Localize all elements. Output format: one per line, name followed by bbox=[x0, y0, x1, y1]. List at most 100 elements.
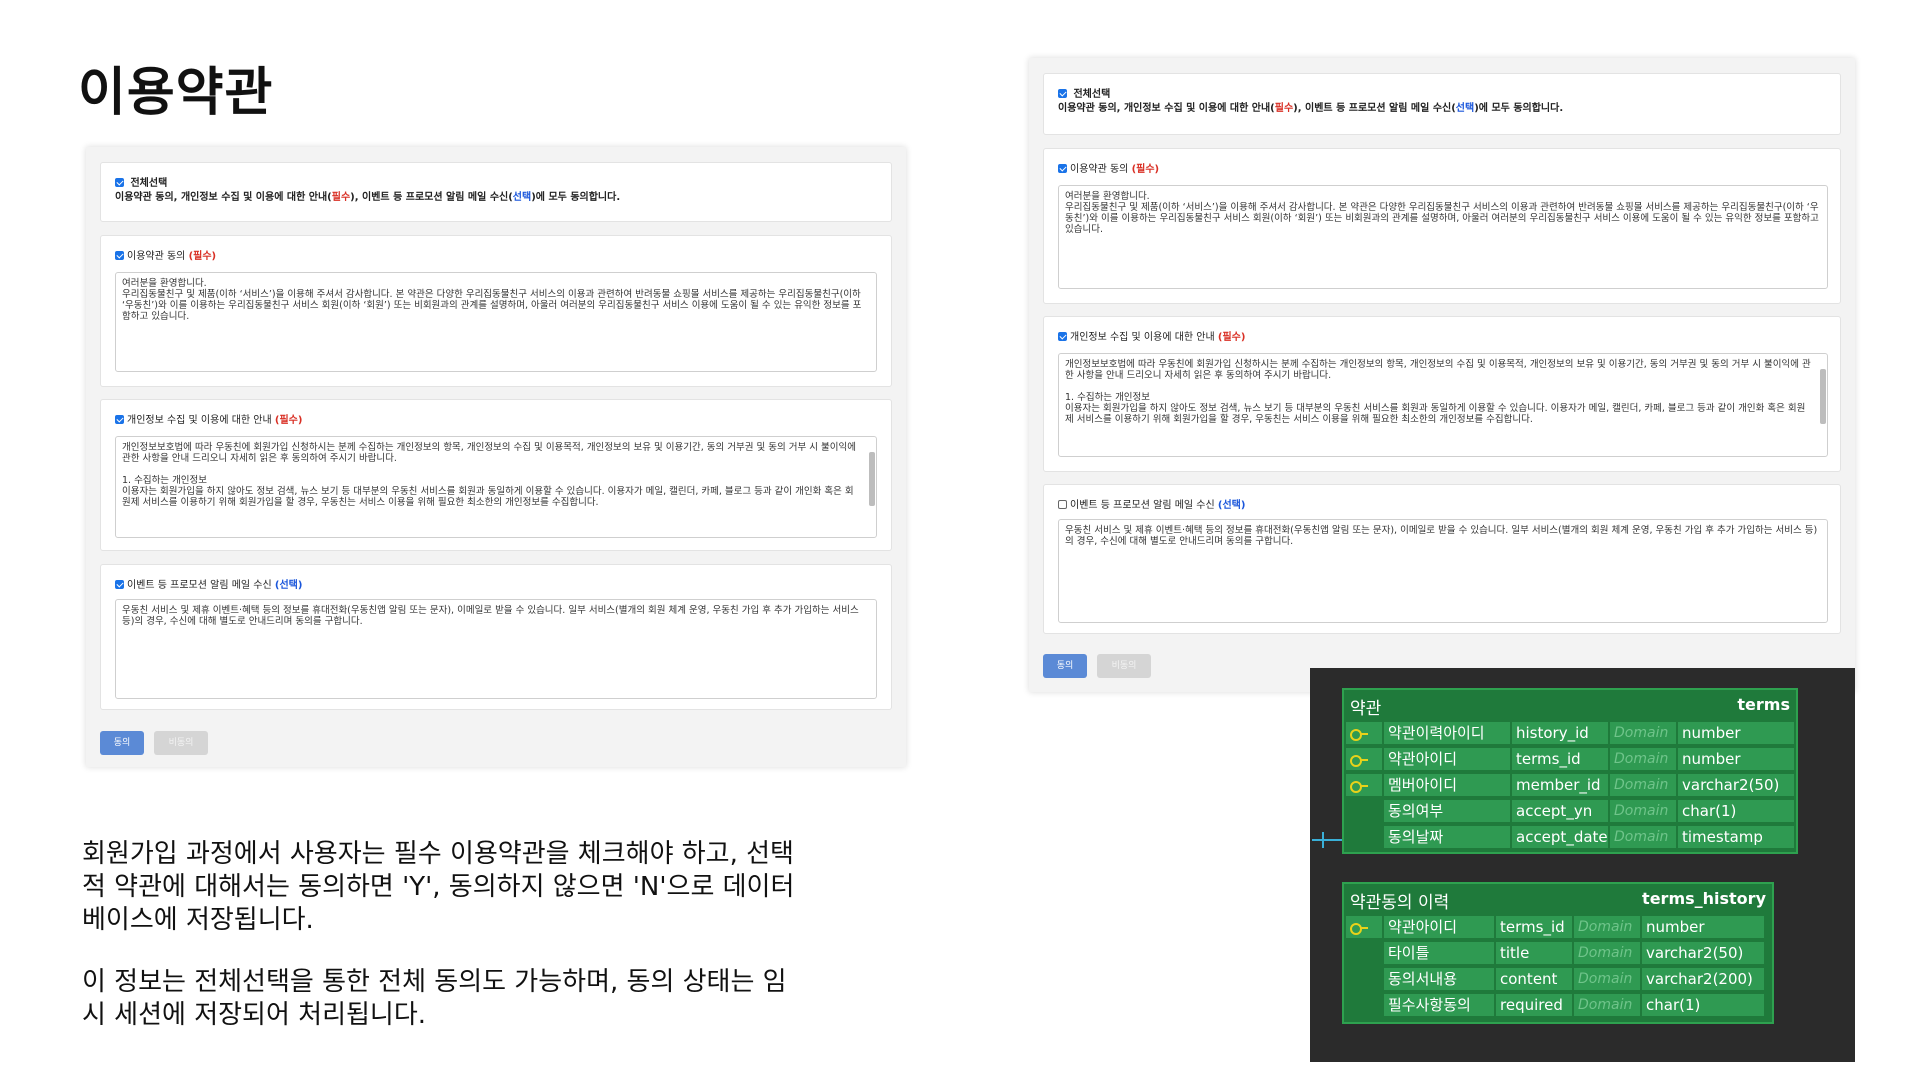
key-cell bbox=[1346, 826, 1382, 848]
description-paragraph-1: 회원가입 과정에서 사용자는 필수 이용약관을 체크해야 하고, 선택적 약관에… bbox=[82, 839, 795, 935]
datatype-cell: char(1) bbox=[1642, 994, 1764, 1016]
privacy-required-tag: (필수) bbox=[1217, 332, 1246, 343]
key-cell bbox=[1346, 994, 1382, 1016]
select-all-checkbox[interactable] bbox=[115, 177, 124, 187]
logical-name-cell: 약관아이디 bbox=[1384, 748, 1510, 770]
privacy-checkbox[interactable] bbox=[1058, 331, 1067, 341]
select-all-label: 전체선택 bbox=[130, 178, 168, 189]
physical-name-cell: title bbox=[1496, 942, 1572, 964]
logical-name-cell: 타이틀 bbox=[1384, 942, 1494, 964]
entity-row[interactable]: 동의서내용 content Domain varchar2(200) bbox=[1346, 968, 1770, 992]
domain-cell: Domain bbox=[1610, 826, 1676, 848]
logical-name-cell: 동의날짜 bbox=[1384, 826, 1510, 848]
domain-cell: Domain bbox=[1610, 722, 1676, 744]
entity-row[interactable]: 약관이력아이디 history_id Domain number bbox=[1346, 722, 1794, 746]
key-cell bbox=[1346, 722, 1382, 744]
entity-history-ko-name: 약관동의 이력 bbox=[1350, 893, 1450, 913]
privacy-scrollbar[interactable] bbox=[869, 442, 875, 532]
datatype-cell: char(1) bbox=[1678, 800, 1794, 822]
logical-name-cell: 약관이력아이디 bbox=[1384, 722, 1510, 744]
privacy-required-tag: (필수) bbox=[274, 415, 303, 426]
key-cell bbox=[1346, 916, 1382, 938]
datatype-cell: number bbox=[1642, 916, 1764, 938]
terms-textarea[interactable]: 여러분을 환영합니다. 우리집동물친구 및 제품(이하 ‘서비스’)을 이용해 … bbox=[1058, 185, 1828, 289]
event-textarea[interactable]: 우동친 서비스 및 제휴 이벤트·혜택 등의 정보를 휴대전화(우동친앱 알림 … bbox=[115, 599, 877, 699]
privacy-scrollbar[interactable] bbox=[1820, 359, 1826, 451]
terms-label: 이용약관 동의 bbox=[1070, 164, 1132, 175]
domain-cell: Domain bbox=[1610, 748, 1676, 770]
physical-name-cell: content bbox=[1496, 968, 1572, 990]
agree-button[interactable]: 동의 bbox=[1043, 654, 1087, 678]
terms-agreement-box: 이용약관 동의 (필수) 여러분을 환영합니다. 우리집동물친구 및 제품(이하… bbox=[100, 235, 892, 387]
physical-name-cell: terms_id bbox=[1512, 748, 1608, 770]
terms-checkbox[interactable] bbox=[1058, 163, 1067, 173]
physical-name-cell: terms_id bbox=[1496, 916, 1572, 938]
privacy-agreement-box: 개인정보 수집 및 이용에 대한 안내 (필수) 개인정보보호법에 따라 우동친… bbox=[100, 399, 892, 551]
domain-cell: Domain bbox=[1574, 916, 1640, 938]
select-all-checkbox[interactable] bbox=[1058, 88, 1067, 98]
terms-agreement-box: 이용약관 동의 (필수) 여러분을 환영합니다. 우리집동물친구 및 제품(이하… bbox=[1043, 148, 1841, 304]
privacy-agreement-box: 개인정보 수집 및 이용에 대한 안내 (필수) 개인정보보호법에 따라 우동친… bbox=[1043, 316, 1841, 472]
entity-terms-en-name: terms bbox=[1737, 695, 1790, 714]
primary-key-icon bbox=[1350, 729, 1368, 741]
domain-cell: Domain bbox=[1574, 942, 1640, 964]
primary-key-icon bbox=[1350, 781, 1368, 793]
privacy-textarea[interactable]: 개인정보보호법에 따라 우동친에 회원가입 신청하시는 분께 수집하는 개인정보… bbox=[1058, 353, 1828, 457]
event-checkbox[interactable] bbox=[1058, 499, 1067, 509]
agree-button[interactable]: 동의 bbox=[100, 731, 144, 755]
domain-cell: Domain bbox=[1574, 968, 1640, 990]
terms-form-screenshot-left: 전체선택 이용약관 동의, 개인정보 수집 및 이용에 대한 안내(필수), 이… bbox=[86, 147, 906, 767]
logical-name-cell: 동의서내용 bbox=[1384, 968, 1494, 990]
entity-row[interactable]: 약관아이디 terms_id Domain number bbox=[1346, 916, 1770, 940]
relationship-connector bbox=[1312, 839, 1342, 841]
terms-checkbox[interactable] bbox=[115, 250, 124, 260]
select-all-label: 전체선택 bbox=[1073, 89, 1111, 100]
terms-textarea[interactable]: 여러분을 환영합니다. 우리집동물친구 및 제품(이하 ‘서비스’)을 이용해 … bbox=[115, 272, 877, 372]
datatype-cell: varchar2(200) bbox=[1642, 968, 1764, 990]
event-optional-tag: (선택) bbox=[274, 580, 303, 591]
entity-row[interactable]: 동의날짜 accept_date Domain timestamp bbox=[1346, 826, 1794, 850]
logical-name-cell: 동의여부 bbox=[1384, 800, 1510, 822]
logical-name-cell: 멤버아이디 bbox=[1384, 774, 1510, 796]
entity-row[interactable]: 타이틀 title Domain varchar2(50) bbox=[1346, 942, 1770, 966]
primary-key-icon bbox=[1350, 923, 1368, 935]
physical-name-cell: accept_date bbox=[1512, 826, 1608, 848]
select-all-box: 전체선택 이용약관 동의, 개인정보 수집 및 이용에 대한 안내(필수), 이… bbox=[1043, 73, 1841, 135]
erd-diagram: 약관 terms 약관이력아이디 history_id Domain number 약관… bbox=[1310, 668, 1855, 1062]
privacy-checkbox[interactable] bbox=[115, 414, 124, 424]
page-title: 이용약관 bbox=[78, 63, 274, 123]
physical-name-cell: required bbox=[1496, 994, 1572, 1016]
terms-required-tag: (필수) bbox=[188, 251, 217, 262]
privacy-label: 개인정보 수집 및 이용에 대한 안내 bbox=[1070, 332, 1218, 343]
entity-terms[interactable]: 약관 terms 약관이력아이디 history_id Domain number 약관… bbox=[1342, 688, 1798, 854]
terms-form-screenshot-right: 전체선택 이용약관 동의, 개인정보 수집 및 이용에 대한 안내(필수), 이… bbox=[1029, 58, 1855, 692]
datatype-cell: varchar2(50) bbox=[1678, 774, 1794, 796]
key-cell bbox=[1346, 800, 1382, 822]
entity-row[interactable]: 멤버아이디 member_id Domain varchar2(50) bbox=[1346, 774, 1794, 798]
disagree-button[interactable]: 비동의 bbox=[154, 731, 208, 755]
logical-name-cell: 필수사항동의 bbox=[1384, 994, 1494, 1016]
key-cell bbox=[1346, 968, 1382, 990]
disagree-button[interactable]: 비동의 bbox=[1097, 654, 1151, 678]
entity-terms-history[interactable]: 약관동의 이력 terms_history 약관아이디 terms_id Domai… bbox=[1342, 882, 1774, 1024]
event-agreement-box: 이벤트 등 프로모션 알림 메일 수신 (선택) 우동친 서비스 및 제휴 이벤… bbox=[1043, 484, 1841, 634]
select-all-box: 전체선택 이용약관 동의, 개인정보 수집 및 이용에 대한 안내(필수), 이… bbox=[100, 162, 892, 222]
relationship-connector-tick bbox=[1322, 832, 1324, 848]
select-all-description: 이용약관 동의, 개인정보 수집 및 이용에 대한 안내(필수), 이벤트 등 … bbox=[1058, 103, 1564, 114]
terms-label: 이용약관 동의 bbox=[127, 251, 189, 262]
entity-history-en-name: terms_history bbox=[1642, 889, 1766, 908]
primary-key-icon bbox=[1350, 755, 1368, 767]
datatype-cell: timestamp bbox=[1678, 826, 1794, 848]
event-textarea[interactable]: 우동친 서비스 및 제휴 이벤트·혜택 등의 정보를 휴대전화(우동친앱 알림 … bbox=[1058, 519, 1828, 623]
physical-name-cell: member_id bbox=[1512, 774, 1608, 796]
datatype-cell: number bbox=[1678, 748, 1794, 770]
entity-row[interactable]: 동의여부 accept_yn Domain char(1) bbox=[1346, 800, 1794, 824]
entity-row[interactable]: 약관아이디 terms_id Domain number bbox=[1346, 748, 1794, 772]
event-label: 이벤트 등 프로모션 알림 메일 수신 bbox=[127, 580, 275, 591]
key-cell bbox=[1346, 774, 1382, 796]
description-paragraph-2: 이 정보는 전체선택을 통한 전체 동의도 가능하며, 동의 상태는 임시 세션… bbox=[82, 967, 787, 1030]
privacy-textarea[interactable]: 개인정보보호법에 따라 우동친에 회원가입 신청하시는 분께 수집하는 개인정보… bbox=[115, 436, 877, 538]
event-checkbox[interactable] bbox=[115, 579, 124, 589]
event-optional-tag: (선택) bbox=[1217, 500, 1246, 511]
entity-row[interactable]: 필수사항동의 required Domain char(1) bbox=[1346, 994, 1770, 1018]
